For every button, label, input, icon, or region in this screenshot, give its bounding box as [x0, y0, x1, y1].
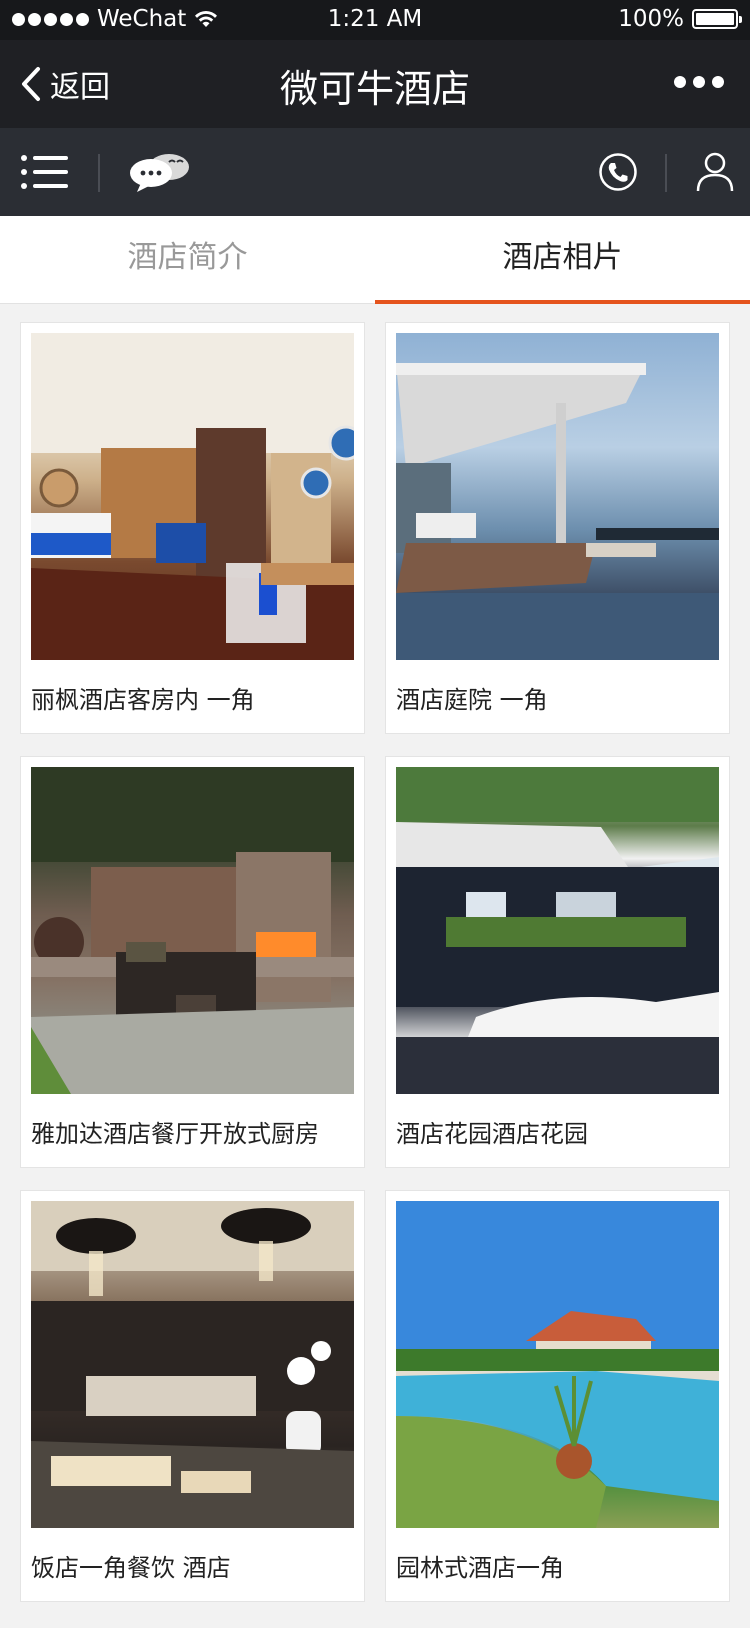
tab-hotel-intro[interactable]: 酒店简介: [0, 216, 375, 303]
menu-icon: [21, 155, 68, 189]
photo-image: [396, 1201, 719, 1528]
user-button[interactable]: [692, 142, 738, 202]
photo-image: [396, 767, 719, 1094]
photo-card[interactable]: 饭店一角餐饮 酒店: [20, 1190, 365, 1602]
page-title: 微可牛酒店: [279, 67, 470, 111]
toolbar: [0, 128, 750, 216]
chat-icon: [130, 154, 189, 192]
courtyard-illustration: [396, 363, 719, 660]
photo-image: [31, 1201, 354, 1528]
garden-illustration: [396, 767, 719, 1094]
more-dot: [712, 76, 724, 88]
back-button[interactable]: 返回: [18, 62, 110, 106]
photo-grid: 丽枫酒店客房内 一角 酒店庭院 一角 雅加达酒店餐厅开放式厨房 酒店花园酒店花园…: [20, 322, 730, 1602]
toolbar-divider: [665, 154, 667, 192]
user-icon: [696, 152, 734, 192]
dining-illustration: [31, 1201, 354, 1528]
photo-card[interactable]: 园林式酒店一角: [385, 1190, 730, 1602]
photo-image: [396, 333, 719, 660]
room-illustration: [31, 333, 354, 660]
phone-button[interactable]: [596, 142, 640, 202]
photo-caption: 饭店一角餐饮 酒店: [31, 1554, 231, 1582]
more-dot: [693, 76, 705, 88]
status-right: 100%: [618, 6, 742, 32]
pool-illustration: [396, 1201, 719, 1528]
menu-button[interactable]: [18, 142, 72, 202]
photo-caption: 丽枫酒店客房内 一角: [31, 686, 255, 714]
nav-bar: 返回 微可牛酒店: [0, 40, 750, 128]
photo-caption: 酒店庭院 一角: [396, 686, 548, 714]
photo-image: [31, 767, 354, 1094]
photo-card[interactable]: 酒店花园酒店花园: [385, 756, 730, 1168]
patio-illustration: [31, 767, 354, 1094]
battery-fill: [696, 13, 734, 25]
back-label: 返回: [50, 70, 110, 105]
phone-icon: [599, 153, 637, 191]
battery-icon: [692, 9, 742, 29]
more-dot: [674, 76, 686, 88]
photo-caption: 园林式酒店一角: [396, 1554, 564, 1582]
chat-button[interactable]: [128, 142, 192, 202]
more-button[interactable]: [674, 76, 724, 88]
photo-caption: 雅加达酒店餐厅开放式厨房: [31, 1120, 319, 1148]
photo-card[interactable]: 酒店庭院 一角: [385, 322, 730, 734]
photo-caption: 酒店花园酒店花园: [396, 1120, 588, 1148]
tab-hotel-photos[interactable]: 酒店相片: [375, 216, 750, 304]
chevron-left-icon: [22, 67, 40, 101]
status-bar: WeChat 1:21 AM 100%: [0, 0, 750, 40]
photo-card[interactable]: 丽枫酒店客房内 一角: [20, 322, 365, 734]
battery-percent: 100%: [618, 6, 684, 32]
photo-image: [31, 333, 354, 660]
tab-bar: 酒店简介 酒店相片: [0, 216, 750, 304]
toolbar-divider: [98, 154, 100, 192]
photo-card[interactable]: 雅加达酒店餐厅开放式厨房: [20, 756, 365, 1168]
